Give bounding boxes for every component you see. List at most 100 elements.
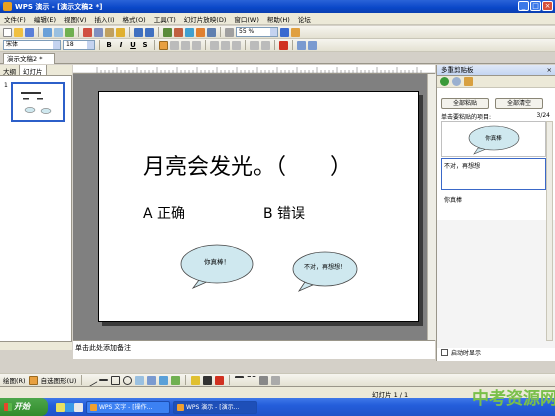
bold-button[interactable]: B	[104, 41, 114, 49]
increase-font-icon[interactable]	[250, 40, 259, 50]
task-wps-writer[interactable]: WPS 文字 - [操作...	[86, 400, 170, 414]
wordart-tool-icon[interactable]	[147, 375, 157, 385]
menu-tools[interactable]: 工具(T)	[154, 14, 176, 24]
shadow-style-icon[interactable]	[259, 375, 269, 385]
grid-icon[interactable]	[225, 27, 234, 37]
picture-tool-icon[interactable]	[171, 375, 181, 385]
menu-slideshow[interactable]: 幻灯片放映(D)	[184, 14, 227, 24]
clip-item[interactable]: 你真棒	[441, 192, 546, 220]
redo-icon[interactable]	[145, 27, 154, 37]
task-wps-presentation[interactable]: WPS 演示 - [演示...	[173, 400, 257, 414]
save-icon[interactable]	[25, 27, 34, 37]
preview-icon[interactable]	[54, 27, 63, 37]
paste-icon[interactable]	[105, 27, 114, 37]
clipart-tool-icon[interactable]	[159, 375, 169, 385]
shadow-button[interactable]: S	[140, 41, 150, 49]
view-switcher[interactable]	[0, 341, 72, 350]
line-tool-icon[interactable]	[85, 373, 99, 387]
fill-color-icon[interactable]	[191, 375, 201, 385]
insert-wordart-icon[interactable]	[207, 27, 216, 37]
insert-picture-icon[interactable]	[185, 27, 194, 37]
menu-window[interactable]: 窗口(W)	[234, 14, 259, 24]
oval-tool-icon[interactable]	[123, 375, 133, 385]
decrease-font-icon[interactable]	[261, 40, 270, 50]
question-text[interactable]: 月亮会发光。（ ）	[143, 149, 352, 181]
task-pane-scrollbar[interactable]	[546, 121, 553, 341]
align-center-icon[interactable]	[170, 40, 179, 50]
3d-style-icon[interactable]	[271, 375, 281, 385]
cut-icon[interactable]	[83, 27, 92, 37]
menu-file[interactable]: 文件(F)	[4, 14, 26, 24]
new-slide-icon[interactable]	[308, 40, 317, 50]
line-spacing-icon[interactable]	[210, 40, 219, 50]
clip-item[interactable]: 不对，再想想	[441, 158, 546, 190]
arrow-tool-icon[interactable]	[99, 379, 109, 381]
autoshapes-menu[interactable]: 自选图形(U)	[41, 375, 77, 385]
bullets-icon[interactable]	[232, 40, 241, 50]
back-icon[interactable]	[440, 77, 449, 86]
show-on-start-checkbox[interactable]	[441, 349, 448, 356]
tab-outline[interactable]: 大纲	[0, 65, 20, 76]
dash-style-icon[interactable]	[247, 375, 257, 385]
slide-thumbnail[interactable]	[11, 82, 65, 122]
desktop-icon[interactable]	[74, 402, 83, 412]
size-combo[interactable]: 18	[63, 40, 95, 50]
start-button[interactable]: 开始	[0, 398, 48, 416]
line-style-icon[interactable]	[235, 375, 245, 385]
forum-icon[interactable]	[291, 27, 300, 37]
clip-item[interactable]: 你真棒	[441, 121, 546, 157]
underline-button[interactable]: U	[128, 41, 138, 49]
maximize-button[interactable]: □	[530, 1, 541, 11]
menu-view[interactable]: 视图(V)	[64, 14, 87, 24]
close-button[interactable]: ×	[542, 1, 553, 11]
bubble-wrong[interactable]: 不对，再想想！	[291, 250, 359, 292]
select-icon[interactable]	[28, 375, 38, 385]
zoom-combo[interactable]: 55 %	[236, 27, 278, 37]
option-b[interactable]: B 错误	[263, 203, 305, 223]
home-icon[interactable]	[464, 77, 473, 86]
format-painter-icon[interactable]	[116, 27, 125, 37]
spellcheck-icon[interactable]	[65, 27, 74, 37]
menu-format[interactable]: 格式(O)	[123, 14, 146, 24]
bubble-correct[interactable]: 你真棒！	[179, 242, 255, 290]
menu-forum[interactable]: 论坛	[298, 14, 311, 24]
menu-edit[interactable]: 编辑(E)	[34, 14, 56, 24]
copy-icon[interactable]	[94, 27, 103, 37]
clear-all-button[interactable]: 全部清空	[495, 98, 543, 109]
align-right-icon[interactable]	[181, 40, 190, 50]
italic-button[interactable]: I	[116, 41, 126, 49]
ie-icon[interactable]	[65, 402, 74, 412]
forward-icon[interactable]	[452, 77, 461, 86]
paste-all-button[interactable]: 全部粘贴	[441, 98, 489, 109]
insert-chart-icon[interactable]	[163, 27, 172, 37]
insert-textbox-icon[interactable]	[196, 27, 205, 37]
undo-icon[interactable]	[134, 27, 143, 37]
menu-help[interactable]: 帮助(H)	[267, 14, 290, 24]
textbox-tool-icon[interactable]	[135, 375, 145, 385]
slide-canvas[interactable]: 月亮会发光。（ ） A 正确 B 错误 你真棒！ 不对，再想想！	[98, 91, 419, 322]
task-pane-close-icon[interactable]: ×	[547, 65, 552, 76]
print-icon[interactable]	[43, 27, 52, 37]
rectangle-tool-icon[interactable]	[111, 375, 121, 385]
tab-slides[interactable]: 幻灯片	[20, 65, 47, 76]
minimize-button[interactable]: _	[518, 1, 529, 11]
help-icon[interactable]	[280, 27, 289, 37]
font-color-icon[interactable]	[279, 40, 288, 50]
draw-menu[interactable]: 绘图(R)	[3, 375, 26, 385]
draw-font-color-icon[interactable]	[215, 375, 225, 385]
doc-tab[interactable]: 演示文稿2 *	[3, 53, 55, 64]
align-left-icon[interactable]	[159, 40, 168, 50]
new-icon[interactable]	[3, 27, 12, 37]
vertical-scrollbar[interactable]	[427, 74, 436, 340]
line-color-icon[interactable]	[203, 375, 213, 385]
quicklaunch-icon[interactable]	[56, 402, 65, 412]
numbering-icon[interactable]	[221, 40, 230, 50]
notes-area[interactable]: 单击此处添加备注	[73, 340, 435, 359]
option-a[interactable]: A 正确	[143, 203, 185, 223]
menu-insert[interactable]: 插入(I)	[95, 14, 115, 24]
open-icon[interactable]	[14, 27, 23, 37]
insert-table-icon[interactable]	[174, 27, 183, 37]
font-combo[interactable]: 宋体	[3, 40, 61, 50]
justify-icon[interactable]	[192, 40, 201, 50]
design-icon[interactable]	[297, 40, 306, 50]
